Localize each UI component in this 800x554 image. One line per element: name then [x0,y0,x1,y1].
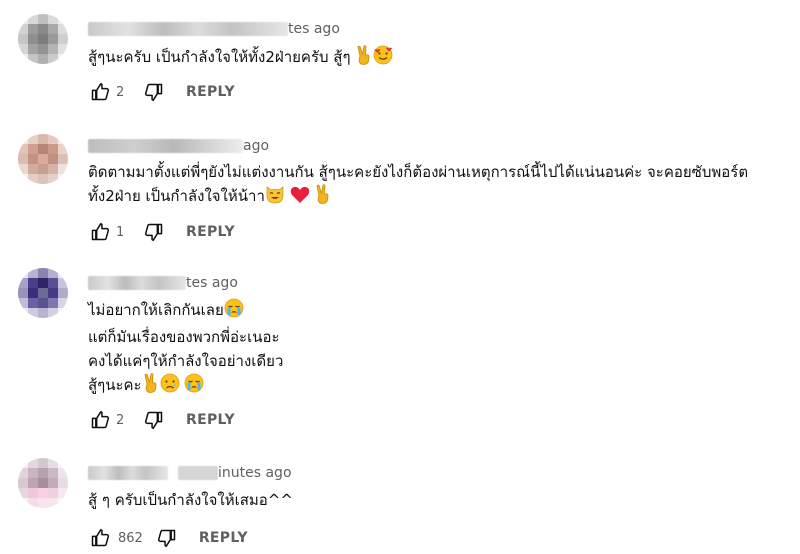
comment: ago ติดตามมาตั้งแต่พี่ๆยังไม่แต่งงานกัน … [0,120,800,260]
comment-actions: 862 REPLY [88,526,248,550]
comment: tes ago สู้ๆนะครับ เป็นกำลังใจให้ทั้ง2ฝ่… [0,0,800,120]
thumbs-up-icon [91,528,110,547]
victory-hand-icon [355,45,373,72]
thumbs-up-icon [91,82,110,101]
like-count: 1 [116,224,125,240]
author-name[interactable] [88,22,288,36]
avatar[interactable] [18,268,68,318]
avatar[interactable] [18,14,68,64]
reply-button[interactable]: REPLY [199,530,248,546]
comment-actions: 1 REPLY [88,220,235,244]
timestamp[interactable]: tes ago [288,21,340,37]
dislike-button[interactable] [155,526,179,550]
like-button[interactable] [88,408,112,432]
thumbs-down-icon [144,411,163,430]
dislike-button[interactable] [142,408,166,432]
avatar[interactable] [18,458,68,508]
comment-line: สู้ ๆ ครับเป็นกำลังใจให้เสมอ^^ [88,491,293,509]
comment-header: ago [88,137,269,155]
comment-line: สู้ๆนะคะ [88,376,142,394]
timestamp[interactable]: ago [243,138,269,154]
author-name[interactable] [88,276,186,290]
crying-face-icon [184,373,204,400]
author-name[interactable] [88,139,243,153]
reply-button[interactable]: REPLY [186,84,235,100]
comment-text: สู้ ๆ ครับเป็นกำลังใจให้เสมอ^^ [88,488,293,512]
thumbs-down-icon [157,529,176,548]
comment-actions: 2 REPLY [88,80,235,104]
victory-hand-icon [314,184,332,211]
avatar[interactable] [18,134,68,184]
like-count: 2 [116,84,125,100]
comment: inutes ago สู้ ๆ ครับเป็นกำลังใจให้เสมอ^… [0,450,800,554]
reply-button[interactable]: REPLY [186,224,235,240]
red-heart-icon [290,186,310,211]
comment-text: ไม่อยากให้เลิกกันเลย แต่ก็มันเรื่องของพว… [88,298,283,400]
comment-line: คงได้แค่ๆให้กำลังใจอย่างเดียว [88,352,284,370]
comment-header: tes ago [88,274,238,292]
comment-line: ไม่อยากให้เลิกกันเลย [88,301,224,319]
author-name[interactable] [88,466,168,480]
thumbs-up-icon [91,222,110,241]
comment-line: ติดตามมาตั้งแต่พี่ๆยังไม่แต่งงานกัน สู้ๆ… [88,163,749,181]
comment-line: สู้ๆนะครับ เป็นกำลังใจให้ทั้ง2ฝ่ายครับ ส… [88,48,351,66]
thumbs-down-icon [144,83,163,102]
reply-button[interactable]: REPLY [186,412,235,428]
crying-face-icon [224,298,244,325]
smiling-face-with-hearts-icon [373,45,393,72]
author-handle[interactable] [178,466,218,480]
like-button[interactable] [88,220,112,244]
timestamp[interactable]: tes ago [186,275,238,291]
victory-hand-icon [142,373,160,400]
comment-line: แต่ก็มันเรื่องของพวกพี่อ่ะเนอะ [88,328,280,346]
thumbs-up-icon [91,410,110,429]
comment-line: ทั้ง2ฝ่าย เป็นกำลังใจให้น้าา [88,187,265,205]
timestamp[interactable]: inutes ago [218,465,292,481]
comment-header: tes ago [88,20,340,38]
comment: tes ago ไม่อยากให้เลิกกันเลย แต่ก็มันเรื… [0,260,800,450]
comment-header: inutes ago [88,464,292,482]
dislike-button[interactable] [142,80,166,104]
sad-face-icon [160,373,180,400]
thumbs-down-icon [144,223,163,242]
comment-actions: 2 REPLY [88,408,235,432]
like-button[interactable] [88,80,112,104]
smiling-cat-icon [265,184,285,211]
like-button[interactable] [88,526,112,550]
comment-text: ติดตามมาตั้งแต่พี่ๆยังไม่แต่งงานกัน สู้ๆ… [88,160,748,211]
comment-text: สู้ๆนะครับ เป็นกำลังใจให้ทั้ง2ฝ่ายครับ ส… [88,45,393,72]
like-count: 862 [118,530,143,546]
dislike-button[interactable] [142,220,166,244]
like-count: 2 [116,412,125,428]
